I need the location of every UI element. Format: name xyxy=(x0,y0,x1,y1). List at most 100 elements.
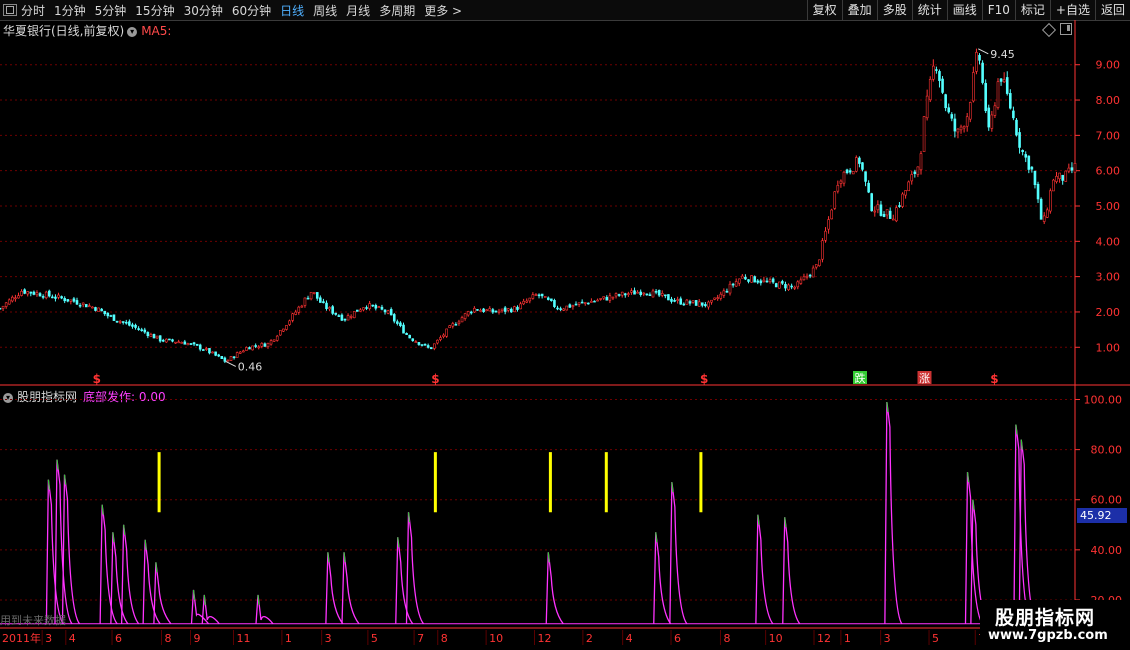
candle-body xyxy=(617,294,621,296)
candle-body xyxy=(901,193,904,207)
candle-body xyxy=(710,299,713,303)
candle-body xyxy=(63,298,66,302)
date-tick-label: 11 xyxy=(237,632,251,645)
candle-body xyxy=(993,105,997,116)
candle-body xyxy=(796,281,800,288)
candle-body xyxy=(4,302,8,307)
candle-body xyxy=(540,293,544,297)
candle-body xyxy=(23,289,26,294)
signal-box-label: 跌 xyxy=(855,371,866,385)
candle-body xyxy=(260,343,264,347)
candle-body xyxy=(389,309,393,316)
candle-body xyxy=(679,298,683,305)
indicator-spike xyxy=(325,552,344,625)
candle-body xyxy=(414,341,418,343)
candle-body xyxy=(855,157,858,172)
candle-body xyxy=(891,218,895,221)
candle-body xyxy=(577,302,581,305)
candle-body xyxy=(263,343,267,347)
candle-body xyxy=(223,357,227,362)
candle-body xyxy=(1042,215,1046,222)
indicator-spike xyxy=(405,512,425,625)
candle-body xyxy=(359,309,362,312)
candle-body xyxy=(981,62,984,83)
candle-body xyxy=(131,324,134,327)
candle-body xyxy=(17,295,20,299)
candle-body xyxy=(319,297,322,303)
candle-body xyxy=(737,278,741,284)
candle-body xyxy=(759,280,763,284)
candle-body xyxy=(1002,79,1006,83)
candle-body xyxy=(479,309,482,312)
candle-body xyxy=(1,305,5,309)
candle-body xyxy=(734,281,738,287)
candle-body xyxy=(121,321,125,323)
high-label: 9.45 xyxy=(990,48,1015,61)
candle-body xyxy=(485,309,488,312)
candle-body xyxy=(836,185,840,192)
candle-body xyxy=(405,333,408,335)
candle-body xyxy=(457,321,461,324)
candle-body xyxy=(365,307,368,309)
date-tick-label: 3 xyxy=(45,632,52,645)
candle-body xyxy=(925,95,929,119)
candle-body xyxy=(346,315,350,321)
candle-body xyxy=(279,330,282,336)
candle-body xyxy=(565,305,569,311)
candle-body xyxy=(947,107,951,113)
price-tick-label: 1.00 xyxy=(1096,341,1121,354)
candle-body xyxy=(550,298,553,302)
candle-body xyxy=(411,338,415,342)
candle-body xyxy=(827,219,830,230)
candle-body xyxy=(460,317,464,323)
candle-body xyxy=(57,294,60,298)
indicator-spike xyxy=(884,401,903,625)
candle-body xyxy=(32,291,36,295)
candle-body xyxy=(864,171,867,182)
indicator-spike xyxy=(782,517,801,625)
indicator-spike xyxy=(341,552,360,625)
date-tick-label: 10 xyxy=(489,632,503,645)
candle-body xyxy=(211,351,214,354)
indicator-spike xyxy=(120,524,140,625)
candle-body xyxy=(845,169,849,174)
candle-body xyxy=(186,343,190,346)
candle-body xyxy=(1015,119,1018,136)
indicator-spike-green xyxy=(192,589,196,600)
candle-body xyxy=(272,339,276,342)
candle-body xyxy=(1030,166,1034,170)
candle-body xyxy=(907,181,910,192)
candle-body xyxy=(784,284,787,289)
candle-body xyxy=(399,322,402,327)
candle-body xyxy=(84,304,88,308)
date-tick-label: 10 xyxy=(769,632,783,645)
candle-body xyxy=(352,311,356,319)
candle-body xyxy=(248,347,251,350)
chart-canvas[interactable]: 1.002.003.004.005.006.007.008.009.0020.0… xyxy=(0,0,1130,650)
candle-body xyxy=(137,328,140,330)
candle-body xyxy=(999,78,1003,82)
candle-body xyxy=(1039,198,1043,220)
candle-body xyxy=(1055,175,1058,182)
candle-body xyxy=(975,52,978,72)
candle-body xyxy=(777,281,781,289)
candle-body xyxy=(525,300,529,303)
candle-body xyxy=(879,204,883,216)
price-tick-label: 8.00 xyxy=(1096,94,1121,107)
candle-body xyxy=(716,297,719,299)
candle-body xyxy=(956,128,960,133)
candle-body xyxy=(596,299,599,302)
candle-body xyxy=(217,354,220,357)
candle-body xyxy=(309,291,313,300)
candle-body xyxy=(938,71,941,81)
candle-body xyxy=(41,296,45,298)
candle-body xyxy=(463,313,467,319)
date-tick-label: 3 xyxy=(884,632,891,645)
candle-body xyxy=(697,301,701,307)
date-tick-label: 12 xyxy=(817,632,831,645)
candle-body xyxy=(383,309,387,313)
price-tick-label: 5.00 xyxy=(1096,200,1121,213)
candle-body xyxy=(109,315,113,317)
candle-body xyxy=(442,334,445,337)
signal-bar xyxy=(604,452,608,513)
